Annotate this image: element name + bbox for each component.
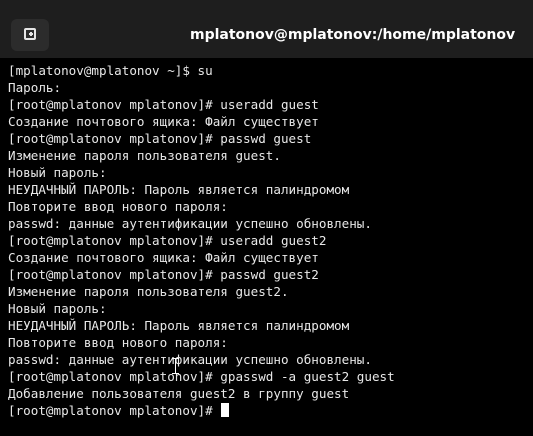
terminal-line: [root@mplatonov mplatonov]# gpasswd -a g… [8, 369, 395, 384]
terminal-line: Создание почтового ящика: Файл существуе… [8, 250, 319, 265]
terminal-line: Повторите ввод нового пароля: [8, 199, 228, 214]
text-cursor [221, 403, 230, 417]
terminal-prompt: [root@mplatonov mplatonov]# [8, 403, 221, 418]
terminal-line: НЕУДАЧНЫЙ ПАРОЛЬ: Пароль является палинд… [8, 182, 350, 197]
terminal-output[interactable]: [mplatonov@mplatonov ~]$ su Пароль: [roo… [0, 58, 533, 436]
terminal-line: Пароль: [8, 80, 62, 95]
terminal-line: [mplatonov@mplatonov ~]$ su [8, 63, 213, 78]
terminal-line: passwd: данные аутентификации успешно об… [8, 352, 372, 367]
terminal-window: mplatonov@mplatonov:/home/mplatonov [mpl… [0, 0, 533, 436]
new-tab-button[interactable] [11, 19, 49, 51]
terminal-line: Изменение пароля пользователя guest. [8, 148, 281, 163]
terminal-line: [root@mplatonov mplatonov]# useradd gues… [8, 97, 319, 112]
new-tab-icon [24, 28, 36, 40]
window-title: mplatonov@mplatonov:/home/mplatonov [190, 27, 516, 43]
title-bar: mplatonov@mplatonov:/home/mplatonov [0, 0, 533, 59]
terminal-line: Добавление пользователя guest2 в группу … [8, 386, 350, 401]
terminal-line: Новый пароль: [8, 165, 107, 180]
terminal-line: Создание почтового ящика: Файл существуе… [8, 114, 319, 129]
terminal-line: Повторите ввод нового пароля: [8, 335, 228, 350]
ibeam-cursor-icon [172, 358, 179, 374]
terminal-line: passwd: данные аутентификации успешно об… [8, 216, 372, 231]
terminal-line: [root@mplatonov mplatonov]# passwd guest [8, 131, 312, 146]
terminal-line: [root@mplatonov mplatonov]# passwd guest… [8, 267, 319, 282]
terminal-line: Изменение пароля пользователя guest2. [8, 284, 289, 299]
terminal-line: НЕУДАЧНЫЙ ПАРОЛЬ: Пароль является палинд… [8, 318, 350, 333]
terminal-prompt-line[interactable]: [root@mplatonov mplatonov]# [8, 402, 533, 419]
terminal-line: Новый пароль: [8, 301, 107, 316]
terminal-line: [root@mplatonov mplatonov]# useradd gues… [8, 233, 327, 248]
